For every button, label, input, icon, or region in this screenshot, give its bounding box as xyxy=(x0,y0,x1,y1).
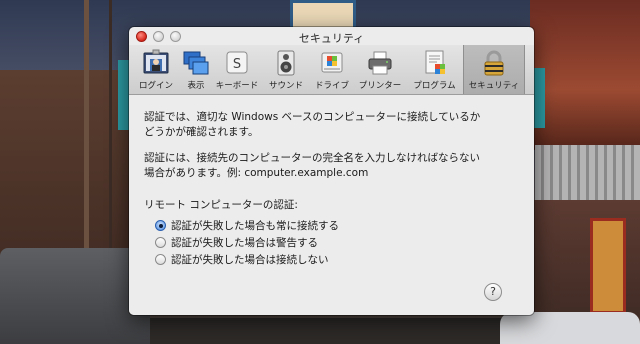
authentication-description: 認証では、適切な Windows ベースのコンピューターに接続しているか どうか… xyxy=(144,110,524,140)
tab-label: ドライブ xyxy=(314,81,349,91)
tab-keyboard[interactable]: S キーボード xyxy=(213,45,261,94)
tab-program[interactable]: プログラム xyxy=(407,45,462,94)
close-button[interactable] xyxy=(136,31,147,42)
toolbar: ログイン 表示 S キーボード サウンド ドライブ プリンター プログラム セキ… xyxy=(129,45,534,95)
tab-display[interactable]: 表示 xyxy=(179,45,213,94)
tab-label: セキュリティ xyxy=(468,81,520,91)
login-icon xyxy=(143,49,169,74)
tab-security[interactable]: セキュリティ xyxy=(463,45,525,94)
note-line: 場合があります。例: computer.example.com xyxy=(144,167,369,179)
description-line: 認証では、適切な Windows ベースのコンピューターに接続しているか xyxy=(144,111,481,123)
tab-sound[interactable]: サウンド xyxy=(262,45,310,94)
radio-label: 認証が失敗した場合は警告する xyxy=(171,236,318,249)
window-title: セキュリティ xyxy=(298,32,365,45)
display-icon xyxy=(183,51,209,75)
security-lock-icon xyxy=(484,50,504,76)
tab-label: サウンド xyxy=(268,81,303,91)
tab-label: ログイン xyxy=(138,81,173,91)
svg-text:S: S xyxy=(233,57,241,72)
tab-login[interactable]: ログイン xyxy=(134,45,178,94)
radio-button[interactable] xyxy=(155,253,166,265)
background-truck xyxy=(0,248,150,344)
tab-label: キーボード xyxy=(215,81,259,91)
tab-label: 表示 xyxy=(187,81,205,91)
keyboard-icon: S xyxy=(226,51,248,74)
description-line: どうかが確認されます。 xyxy=(144,126,259,138)
security-pane: 認証では、適切な Windows ベースのコンピューターに接続しているか どうか… xyxy=(129,95,534,315)
background-awning xyxy=(535,145,640,200)
minimize-button[interactable] xyxy=(153,31,164,42)
radio-warn[interactable]: 認証が失敗した場合は警告する xyxy=(155,234,318,250)
tab-label: プログラム xyxy=(413,81,456,91)
radio-button[interactable] xyxy=(155,219,166,231)
radio-button[interactable] xyxy=(155,236,166,248)
preferences-window: セキュリティ ログイン 表示 S キーボード サウンド ドライブ プリンター プ… xyxy=(129,27,534,315)
title-bar[interactable]: セキュリティ xyxy=(129,27,534,45)
printer-icon xyxy=(368,51,392,75)
drive-icon xyxy=(321,52,343,73)
radio-always-connect[interactable]: 認証が失敗した場合も常に接続する xyxy=(155,217,339,233)
program-icon xyxy=(425,50,445,74)
zoom-button[interactable] xyxy=(170,31,181,42)
note-line: 認証には、接続先のコンピューターの完全名を入力しなければならない xyxy=(144,152,480,164)
remote-auth-section-label: リモート コンピューターの認証: xyxy=(144,199,298,211)
sound-icon xyxy=(277,50,295,76)
tab-printer[interactable]: プリンター xyxy=(354,45,406,94)
background-door xyxy=(590,218,626,314)
radio-label: 認証が失敗した場合は接続しない xyxy=(171,253,329,266)
authentication-requirement-note: 認証には、接続先のコンピューターの完全名を入力しなければならない 場合があります… xyxy=(144,151,524,181)
tab-drive[interactable]: ドライブ xyxy=(311,45,353,94)
background-car xyxy=(500,312,640,344)
radio-do-not-connect[interactable]: 認証が失敗した場合は接続しない xyxy=(155,251,329,267)
background-pole xyxy=(109,0,112,260)
help-button[interactable]: ? xyxy=(484,283,502,301)
background-pole xyxy=(84,0,89,250)
radio-label: 認証が失敗した場合も常に接続する xyxy=(171,219,339,232)
background-roof xyxy=(530,0,640,150)
tab-label: プリンター xyxy=(358,81,402,91)
